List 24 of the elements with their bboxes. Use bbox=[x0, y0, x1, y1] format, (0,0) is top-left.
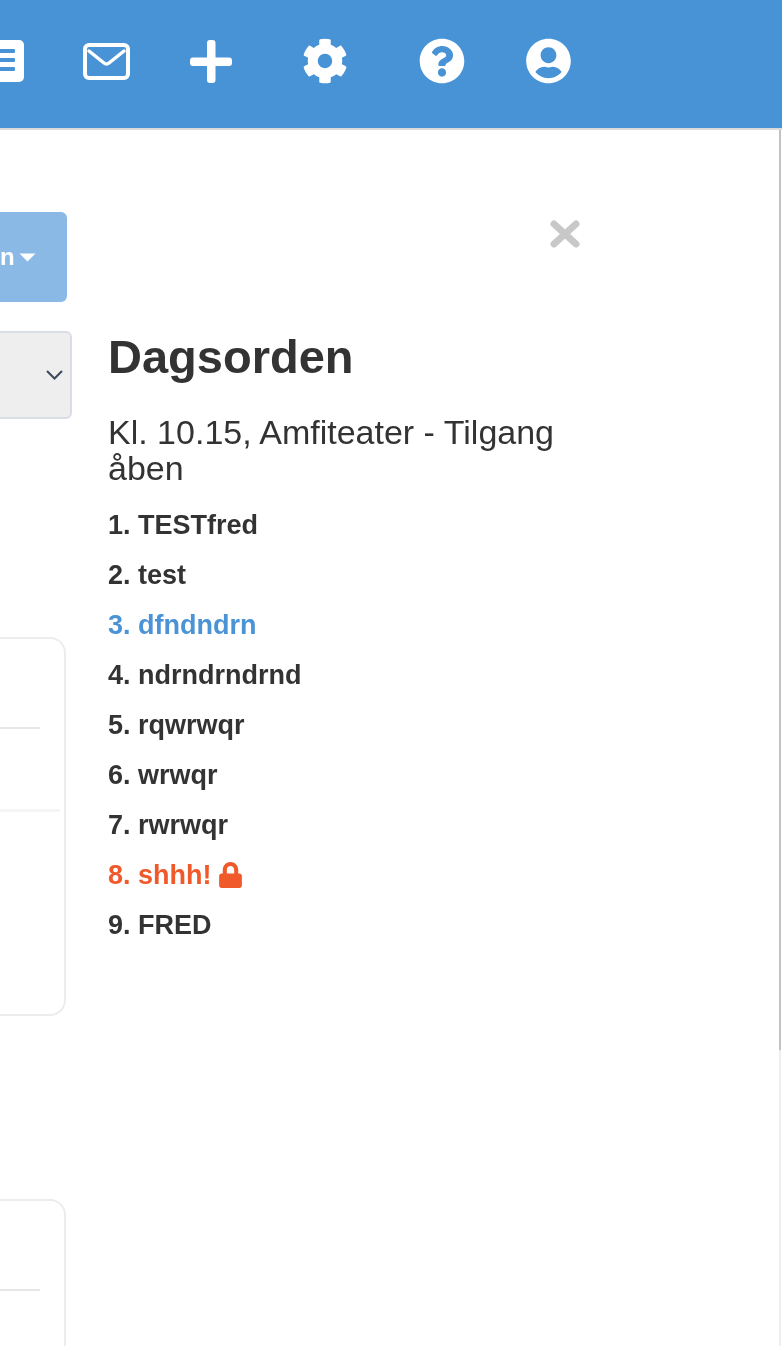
close-icon[interactable] bbox=[550, 220, 580, 248]
help-icon[interactable] bbox=[419, 38, 465, 84]
agenda-item: 1. TESTfred bbox=[108, 509, 259, 542]
agenda-item: 4. ndrndrndrnd bbox=[108, 659, 302, 692]
agenda-item: 7. rwrwqr bbox=[108, 809, 229, 842]
user-icon[interactable] bbox=[526, 38, 571, 84]
settings-icon[interactable] bbox=[302, 38, 348, 84]
agenda-item: 2. test bbox=[108, 559, 187, 592]
agenda-subtitle: Kl. 10.15, Amfiteater - Tilgang åben bbox=[108, 414, 556, 486]
plus-icon[interactable] bbox=[190, 39, 232, 83]
scrollbar-thumb[interactable] bbox=[779, 130, 781, 1050]
agenda-item: 6. wrwqr bbox=[108, 759, 218, 792]
agenda-title: Dagsorden bbox=[108, 330, 355, 384]
agenda-item: 5. rqwrwqr bbox=[108, 709, 245, 742]
agenda-item: 8. shhh! bbox=[108, 859, 212, 892]
agenda-item: 9. FRED bbox=[108, 909, 212, 942]
chevron-down-icon bbox=[46, 370, 63, 380]
scrollbar[interactable] bbox=[779, 130, 781, 1346]
list-icon[interactable] bbox=[0, 40, 24, 82]
select-field[interactable] bbox=[0, 331, 72, 419]
dropdown-button[interactable]: n bbox=[0, 212, 67, 302]
caret-icon bbox=[18, 252, 36, 262]
agenda-item: 3. dfndndrn bbox=[108, 609, 257, 642]
mail-icon[interactable] bbox=[83, 42, 130, 80]
